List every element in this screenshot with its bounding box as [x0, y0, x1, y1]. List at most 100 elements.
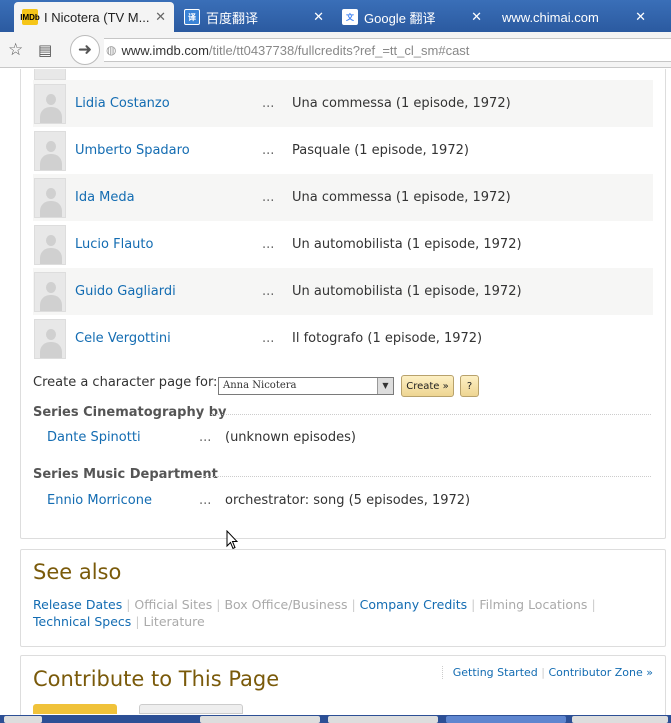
table-row: Cele Vergottini ... Il fotografo (1 epis…	[33, 315, 653, 362]
character-page-label: Create a character page for:	[33, 375, 218, 390]
google-translate-icon: 文	[342, 9, 358, 25]
tab-title: Google 翻译	[364, 10, 436, 26]
cast-character: Una commessa (1 episode, 1972)	[292, 96, 511, 111]
character-select-value: Anna Nicotera	[223, 380, 297, 391]
cast-name-link[interactable]: Lidia Costanzo	[75, 96, 170, 111]
see-also-links: Release Dates | Official Sites | Box Off…	[33, 596, 653, 630]
chevron-down-icon[interactable]: ▼	[377, 378, 393, 394]
taskbar-item[interactable]	[4, 716, 42, 723]
star-icon[interactable]: ☆	[8, 40, 23, 60]
cast-character: Un automobilista (1 episode, 1972)	[292, 237, 522, 252]
create-button[interactable]: Create »	[401, 375, 454, 397]
close-tab-icon[interactable]: ✕	[313, 9, 324, 25]
ellipsis: ...	[262, 284, 275, 299]
avatar	[34, 130, 66, 171]
link-company-credits[interactable]: Company Credits	[360, 597, 468, 612]
tab-title: I Nicotera (TV M...	[44, 9, 150, 25]
contribute-panel: Contribute to This Page Getting Started …	[20, 655, 666, 723]
table-row: Umberto Spadaro ... Pasquale (1 episode,…	[33, 127, 653, 174]
separator: |	[591, 597, 596, 612]
back-button[interactable]: ➜	[70, 35, 100, 65]
tab-chimai[interactable]: www.chimai.com ✕	[494, 2, 654, 32]
close-tab-icon[interactable]: ✕	[155, 9, 166, 25]
cast-character: Un automobilista (1 episode, 1972)	[292, 284, 522, 299]
crew-credit: orchestrator: song (5 episodes, 1972)	[225, 493, 471, 508]
baidu-translate-icon: 译	[184, 9, 200, 25]
cast-name-link[interactable]: Guido Gagliardi	[75, 284, 176, 299]
see-also-panel: See also Release Dates | Official Sites …	[20, 549, 666, 647]
contributor-zone-link[interactable]: Contributor Zone »	[548, 666, 653, 679]
avatar	[34, 69, 66, 80]
url-host: www.imdb.com	[121, 42, 209, 58]
section-title: Series Music Department	[33, 467, 218, 482]
tab-google-translate[interactable]: 文 Google 翻译 ✕	[334, 2, 490, 32]
ellipsis: ...	[262, 331, 275, 346]
ellipsis: ...	[262, 96, 275, 111]
cast-character: Una commessa (1 episode, 1972)	[292, 190, 511, 205]
ellipsis: ...	[199, 430, 212, 445]
tab-imdb[interactable]: IMDb I Nicotera (TV M... ✕	[14, 2, 174, 32]
link-filming-locations: Filming Locations	[479, 597, 588, 612]
ellipsis: ...	[262, 190, 275, 205]
tab-baidu-translate[interactable]: 译 百度翻译 ✕	[176, 2, 332, 32]
link-literature: Literature	[143, 614, 205, 629]
table-row: Lidia Costanzo ... Una commessa (1 episo…	[33, 80, 653, 127]
avatar	[34, 271, 66, 312]
ellipsis: ...	[199, 493, 212, 508]
ellipsis: ...	[262, 143, 275, 158]
address-bar[interactable]: ◍ www.imdb.com /title/tt0437738/fullcred…	[104, 38, 671, 62]
crew-credit: (unknown episodes)	[225, 430, 356, 445]
url-path: /title/tt0437738/fullcredits?ref_=tt_cl_…	[208, 42, 470, 58]
table-row: Guido Gagliardi ... Un automobilista (1 …	[33, 268, 653, 315]
cast-name-link[interactable]: Ida Meda	[75, 190, 135, 205]
cast-name-link[interactable]: Umberto Spadaro	[75, 143, 190, 158]
link-box-office: Box Office/Business	[224, 597, 348, 612]
taskbar-item[interactable]	[200, 716, 320, 723]
link-release-dates[interactable]: Release Dates	[33, 597, 122, 612]
page-content: Lidia Costanzo ... Una commessa (1 episo…	[0, 69, 671, 723]
getting-started-link[interactable]: Getting Started	[453, 666, 538, 679]
crew-name-link[interactable]: Ennio Morricone	[47, 493, 152, 508]
mouse-cursor-icon	[226, 530, 238, 550]
taskbar	[0, 715, 671, 723]
link-technical-specs[interactable]: Technical Specs	[33, 614, 131, 629]
tab-title: www.chimai.com	[502, 9, 599, 25]
separator: |	[135, 614, 144, 629]
section-title: Series Cinematography by	[33, 405, 227, 420]
browser-toolbar: ☆ ▤ ➜ ◍ www.imdb.com /title/tt0437738/fu…	[0, 32, 671, 68]
cast-character: Il fotografo (1 episode, 1972)	[292, 331, 483, 346]
avatar	[34, 177, 66, 218]
crew-name-link[interactable]: Dante Spinotti	[47, 430, 141, 445]
avatar	[34, 318, 66, 359]
ellipsis: ...	[262, 237, 275, 252]
divider	[203, 476, 651, 477]
cast-row-partial	[33, 69, 653, 80]
link-official-sites: Official Sites	[134, 597, 213, 612]
close-tab-icon[interactable]: ✕	[471, 9, 482, 25]
full-credits-panel: Lidia Costanzo ... Una commessa (1 episo…	[20, 69, 666, 539]
cast-name-link[interactable]: Lucio Flauto	[75, 237, 153, 252]
divider	[211, 414, 651, 415]
taskbar-item[interactable]	[572, 716, 668, 723]
taskbar-item[interactable]	[328, 716, 438, 723]
secondary-button-partial[interactable]	[139, 704, 243, 714]
contribute-links: Getting Started | Contributor Zone »	[441, 666, 653, 679]
cast-name-link[interactable]: Cele Vergottini	[75, 331, 171, 346]
avatar	[34, 224, 66, 265]
avatar	[34, 83, 66, 124]
back-arrow-icon: ➜	[77, 40, 93, 60]
taskbar-item[interactable]	[446, 716, 566, 723]
browser-tab-bar: IMDb I Nicotera (TV M... ✕ 译 百度翻译 ✕ 文 Go…	[0, 0, 671, 32]
tab-title: 百度翻译	[206, 10, 259, 26]
edit-button-partial[interactable]	[33, 704, 117, 714]
table-row: Ida Meda ... Una commessa (1 episode, 19…	[33, 174, 653, 221]
close-tab-icon[interactable]: ✕	[635, 9, 646, 25]
table-row: Lucio Flauto ... Un automobilista (1 epi…	[33, 221, 653, 268]
see-also-heading: See also	[33, 560, 122, 584]
cast-character: Pasquale (1 episode, 1972)	[292, 143, 469, 158]
help-button[interactable]: ?	[460, 375, 479, 397]
contribute-heading: Contribute to This Page	[33, 667, 280, 691]
reader-list-icon[interactable]: ▤	[38, 41, 52, 59]
character-select[interactable]: Anna Nicotera ▼	[218, 377, 394, 395]
imdb-favicon-icon: IMDb	[20, 9, 40, 25]
